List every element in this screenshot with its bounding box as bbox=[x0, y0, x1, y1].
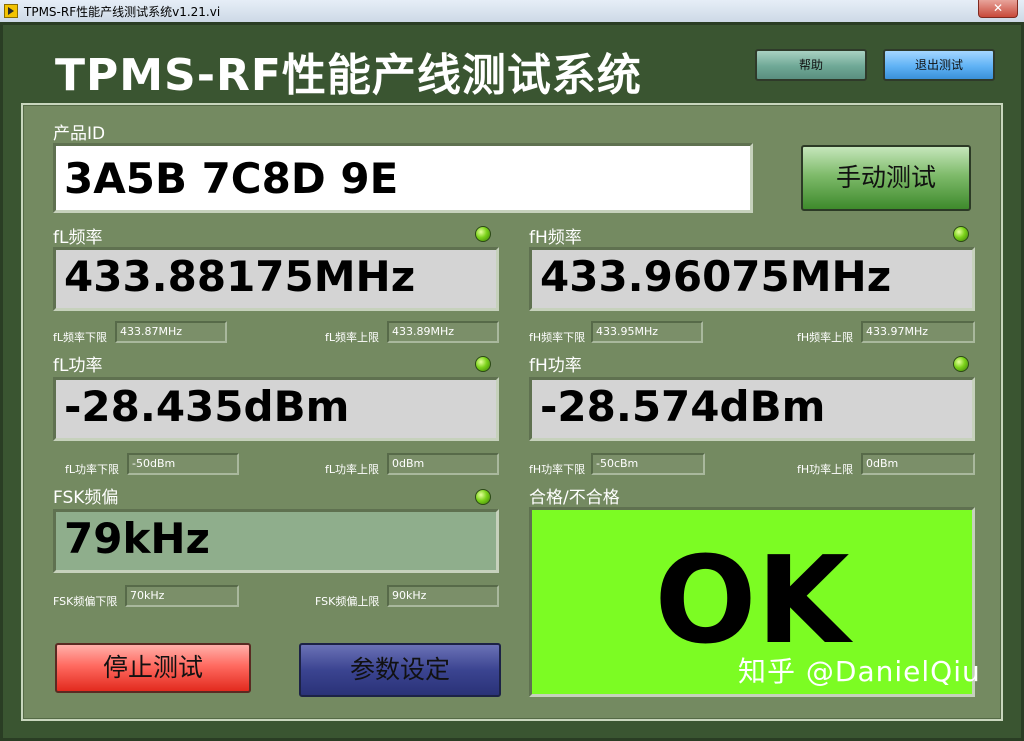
parameter-settings-button[interactable]: 参数设定 bbox=[299, 643, 501, 697]
fh-power-high-field[interactable]: 0dBm bbox=[861, 453, 975, 475]
fh-power-high-label: fH功率上限 bbox=[797, 463, 854, 476]
manual-test-button[interactable]: 手动测试 bbox=[801, 145, 971, 211]
watermark-text: 知乎 @DanielQiu bbox=[738, 655, 981, 688]
fl-power-low-label: fL功率下限 bbox=[65, 463, 120, 476]
fsk-high-label: FSK频偏上限 bbox=[315, 595, 380, 608]
window-title: TPMS-RF性能产线测试系统v1.21.vi bbox=[24, 5, 221, 19]
fh-power-value: -28.574dBm bbox=[529, 377, 975, 441]
fl-freq-low-field[interactable]: 433.87MHz bbox=[115, 321, 227, 343]
fl-power-low-field[interactable]: -50dBm bbox=[127, 453, 239, 475]
window-titlebar: TPMS-RF性能产线测试系统v1.21.vi ✕ bbox=[0, 0, 1024, 23]
fh-power-low-field[interactable]: -50cBm bbox=[591, 453, 705, 475]
stop-test-button[interactable]: 停止测试 bbox=[55, 643, 251, 693]
fl-power-label: fL功率 bbox=[53, 356, 103, 376]
app-title: TPMS-RF性能产线测试系统 bbox=[55, 50, 642, 101]
labview-icon bbox=[4, 4, 18, 18]
help-button[interactable]: 帮助 bbox=[755, 49, 867, 81]
fl-power-high-label: fL功率上限 bbox=[325, 463, 380, 476]
pass-fail-label: 合格/不合格 bbox=[529, 488, 620, 508]
fsk-low-field[interactable]: 70kHz bbox=[125, 585, 239, 607]
exit-test-button[interactable]: 退出测试 bbox=[883, 49, 995, 81]
fh-freq-label: fH频率 bbox=[529, 228, 582, 248]
app-body: TPMS-RF性能产线测试系统 帮助 退出测试 产品ID 3A5B 7C8D 9… bbox=[0, 22, 1024, 741]
fh-power-label: fH功率 bbox=[529, 356, 582, 376]
fsk-value: 79kHz bbox=[53, 509, 499, 573]
window-close-button[interactable]: ✕ bbox=[978, 0, 1018, 18]
fl-freq-high-label: fL频率上限 bbox=[325, 331, 380, 344]
fh-freq-high-label: fH频率上限 bbox=[797, 331, 854, 344]
fh-freq-value: 433.96075MHz bbox=[529, 247, 975, 311]
fh-power-low-label: fH功率下限 bbox=[529, 463, 586, 476]
main-panel: 产品ID 3A5B 7C8D 9E 手动测试 fL频率 433.88175MHz… bbox=[21, 103, 1003, 721]
fh-freq-low-label: fH频率下限 bbox=[529, 331, 586, 344]
fsk-high-field[interactable]: 90kHz bbox=[387, 585, 499, 607]
fsk-low-label: FSK频偏下限 bbox=[53, 595, 118, 608]
fl-power-value: -28.435dBm bbox=[53, 377, 499, 441]
fl-freq-value: 433.88175MHz bbox=[53, 247, 499, 311]
fl-freq-high-field[interactable]: 433.89MHz bbox=[387, 321, 499, 343]
product-id-label: 产品ID bbox=[53, 124, 106, 144]
fh-freq-status-led bbox=[953, 226, 969, 242]
fh-power-status-led bbox=[953, 356, 969, 372]
fl-freq-status-led bbox=[475, 226, 491, 242]
fl-freq-label: fL频率 bbox=[53, 228, 103, 248]
fh-freq-high-field[interactable]: 433.97MHz bbox=[861, 321, 975, 343]
fsk-label: FSK频偏 bbox=[53, 488, 119, 508]
fl-power-high-field[interactable]: 0dBm bbox=[387, 453, 499, 475]
fh-freq-low-field[interactable]: 433.95MHz bbox=[591, 321, 703, 343]
fl-power-status-led bbox=[475, 356, 491, 372]
fl-freq-low-label: fL频率下限 bbox=[53, 331, 108, 344]
fsk-status-led bbox=[475, 489, 491, 505]
product-id-field[interactable]: 3A5B 7C8D 9E bbox=[53, 143, 753, 213]
